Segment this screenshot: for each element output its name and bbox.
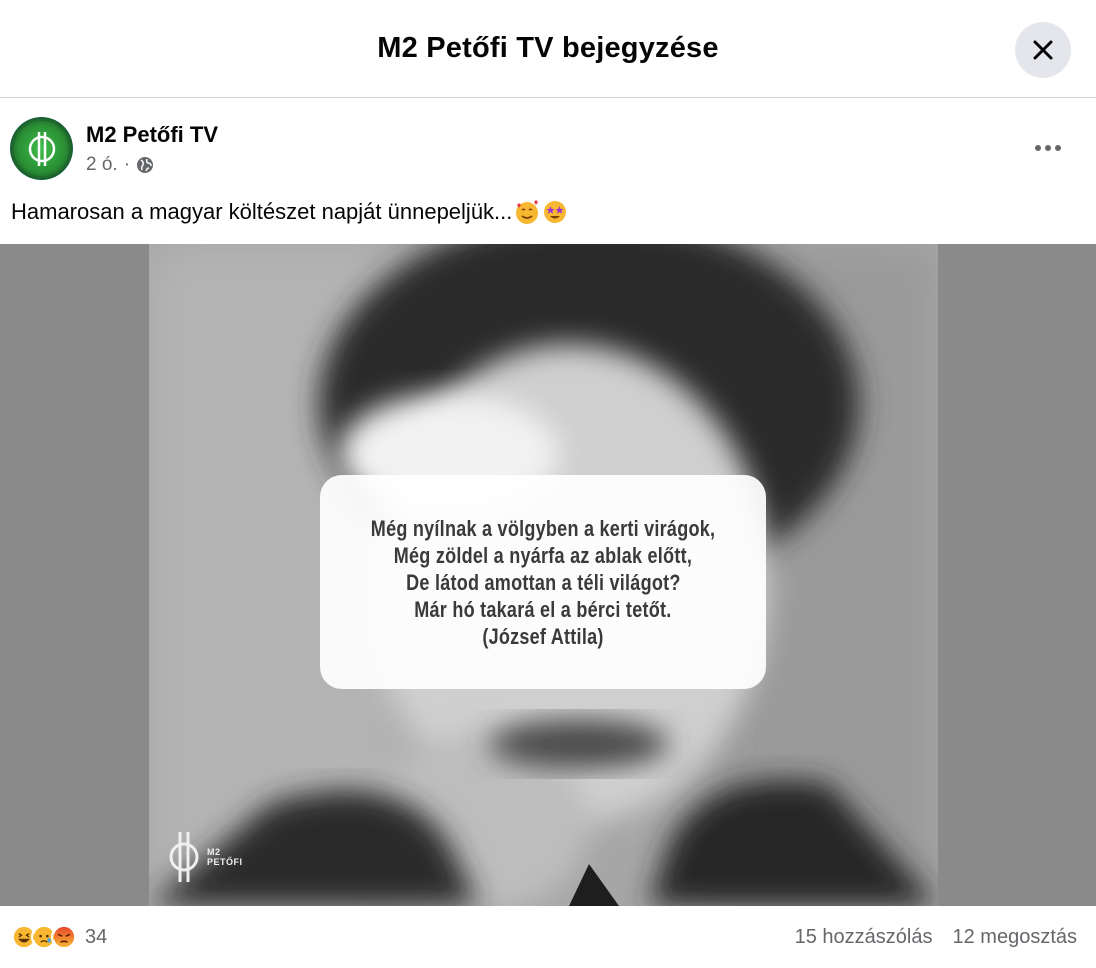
post-media-area: Még nyílnak a völgyben a kerti virágok, …: [0, 244, 1096, 906]
shares-count-link[interactable]: 12 megosztás: [952, 926, 1077, 949]
post-text-content: Hamarosan a magyar költészet napját ünne…: [11, 199, 513, 224]
page-name-link[interactable]: M2 Petőfi TV: [86, 122, 218, 148]
post-stats: 15 hozzászólás 12 megosztás: [795, 926, 1077, 949]
meta-separator: ·: [123, 154, 131, 175]
smiling-face-with-hearts-emoji: [516, 200, 539, 224]
quote-card: Még nyílnak a völgyben a kerti virágok, …: [320, 475, 766, 689]
post-footer: 34 15 hozzászólás 12 megosztás: [0, 906, 1096, 968]
quote-line: Már hó takará el a bérci tetőt.: [414, 596, 672, 622]
m2-petofi-logo-icon: [28, 131, 55, 166]
modal-header: M2 Petőfi TV bejegyzése: [0, 0, 1096, 98]
post-text: Hamarosan a magyar költészet napját ünne…: [11, 199, 568, 225]
watermark-line1: M2: [207, 847, 221, 857]
angry-reaction-icon: [51, 924, 77, 950]
post-image[interactable]: Még nyílnak a völgyben a kerti virágok, …: [149, 244, 938, 906]
avatar[interactable]: [10, 117, 73, 180]
quote-line: De látod amottan a téli világot?: [405, 569, 681, 595]
post-header: M2 Petőfi TV 2 ó. · Hamarosan a magyar k…: [0, 98, 1096, 244]
watermark: M2 PETŐFI: [167, 828, 243, 886]
close-button[interactable]: [1015, 22, 1071, 78]
quote-line: Még zöldel a nyárfa az ablak előtt,: [393, 542, 693, 568]
more-icon: [1035, 145, 1061, 151]
quote-author: (József Attila): [482, 623, 604, 649]
post-time[interactable]: 2 ó.: [86, 154, 118, 176]
reaction-count[interactable]: 34: [85, 926, 107, 949]
comments-count-link[interactable]: 15 hozzászólás: [795, 926, 933, 949]
more-options-button[interactable]: [1024, 130, 1072, 166]
modal-title: M2 Petőfi TV bejegyzése: [377, 32, 719, 64]
post-meta: 2 ó. ·: [86, 154, 154, 176]
star-struck-emoji: [544, 201, 567, 223]
reactions-summary[interactable]: 34: [11, 924, 107, 950]
m2-petofi-logo-icon: [169, 832, 199, 882]
watermark-line2: PETŐFI: [207, 857, 243, 867]
close-icon: [1033, 40, 1053, 60]
quote-line: Még nyílnak a völgyben a kerti virágok,: [370, 515, 716, 541]
globe-icon: [137, 157, 154, 173]
